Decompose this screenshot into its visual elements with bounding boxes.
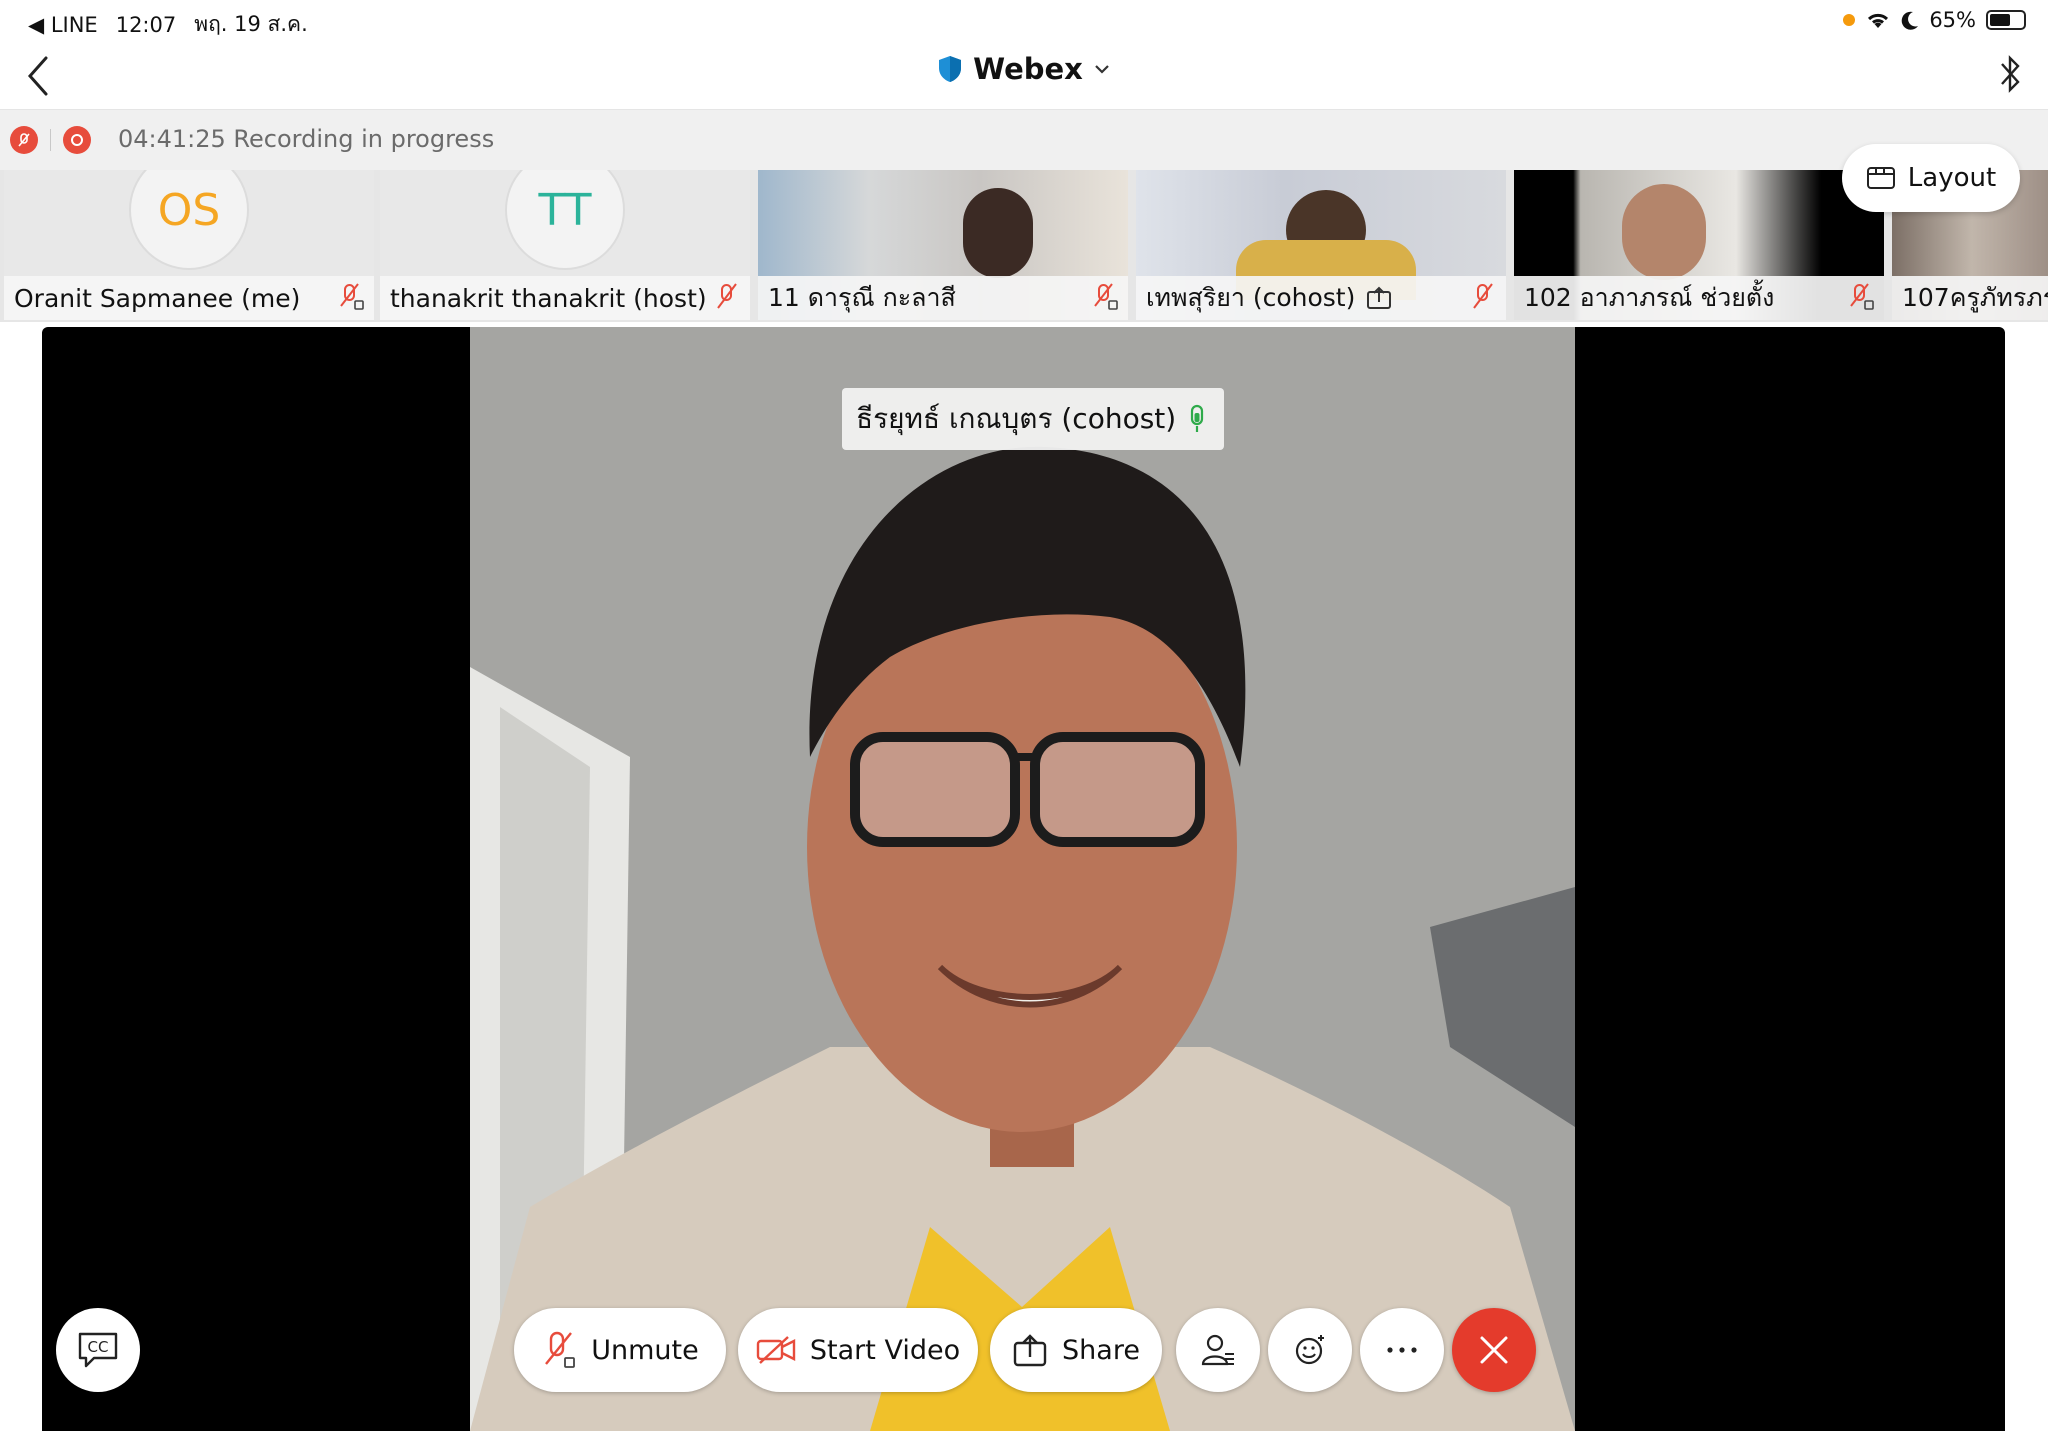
participant-name-bar: thanakrit thanakrit (host) bbox=[380, 276, 750, 320]
participant-tile[interactable]: OS Oranit Sapmanee (me) bbox=[4, 170, 374, 320]
unmute-label: Unmute bbox=[591, 1334, 699, 1366]
battery-icon bbox=[1986, 10, 2026, 30]
divider bbox=[50, 129, 51, 151]
active-speaker-tag: ธีรยุทธ์ เกณบุตร (cohost) bbox=[842, 388, 1225, 450]
speaking-mic-icon bbox=[1191, 404, 1204, 432]
meeting-title-dropdown[interactable]: Webex bbox=[0, 52, 2048, 86]
wifi-icon bbox=[1868, 13, 1889, 28]
more-icon bbox=[1387, 1347, 1417, 1353]
participant-name: Oranit Sapmanee (me) bbox=[14, 283, 301, 313]
video-off-icon bbox=[756, 1336, 796, 1364]
avatar-initials: TT bbox=[538, 184, 592, 236]
participants-button[interactable] bbox=[1176, 1308, 1260, 1392]
participant-name: thanakrit thanakrit (host) bbox=[390, 283, 707, 313]
participant-name-bar: 102 อาภาภรณ์ ช่วยตั้ง bbox=[1514, 276, 1884, 320]
muted-locked-mic-icon bbox=[340, 283, 364, 310]
avatar: TT bbox=[505, 170, 625, 270]
muted-mic-icon bbox=[717, 283, 737, 309]
status-bar: ◀ LINE 12:07 พฤ. 19 ส.ค. 65% bbox=[0, 0, 2048, 40]
back-to-app-link[interactable]: ◀ LINE bbox=[28, 13, 98, 37]
unmute-button[interactable]: Unmute bbox=[514, 1308, 726, 1392]
reactions-button[interactable] bbox=[1268, 1308, 1352, 1392]
participant-video-figure bbox=[1622, 184, 1706, 280]
participant-video-tile[interactable]: 102 อาภาภรณ์ ช่วยตั้ง bbox=[1514, 170, 1884, 320]
participant-name: 107ครูภัทรภร bbox=[1902, 283, 2048, 312]
share-label: Share bbox=[1062, 1334, 1140, 1366]
participant-strip[interactable]: OS Oranit Sapmanee (me) TT thanakrit tha… bbox=[0, 170, 2048, 322]
closed-captions-button[interactable]: CC bbox=[56, 1308, 140, 1392]
muted-locked-mic-icon bbox=[1094, 283, 1118, 310]
avatar: OS bbox=[129, 170, 249, 270]
shield-icon bbox=[939, 56, 962, 82]
participant-name: เทพสุริยา (cohost) bbox=[1146, 283, 1356, 312]
muted-status-icon bbox=[10, 126, 38, 154]
main-video-stage[interactable]: ธีรยุทธ์ เกณบุตร (cohost) bbox=[42, 327, 2005, 1431]
participant-name: 102 อาภาภรณ์ ช่วยตั้ง bbox=[1524, 283, 1775, 312]
captions-label: CC bbox=[88, 1338, 109, 1356]
recording-bar: 04:41:25 Recording in progress bbox=[0, 110, 2048, 170]
muted-mic-icon bbox=[545, 1331, 576, 1368]
active-speaker-video bbox=[470, 327, 1575, 1431]
participant-name-bar: Oranit Sapmanee (me) bbox=[4, 276, 374, 320]
moon-icon bbox=[1902, 11, 1919, 30]
recording-icon bbox=[63, 126, 91, 154]
privacy-indicator-icon bbox=[1843, 14, 1856, 26]
app-title: Webex bbox=[973, 52, 1083, 86]
close-icon bbox=[1480, 1336, 1508, 1364]
more-options-button[interactable] bbox=[1360, 1308, 1444, 1392]
share-icon bbox=[1013, 1334, 1047, 1367]
participant-name-bar: 11 ดารุณี กะลาสี bbox=[758, 276, 1128, 320]
chevron-down-icon bbox=[1095, 65, 1109, 74]
battery-percent: 65% bbox=[1929, 8, 1976, 32]
status-date: พฤ. 19 ส.ค. bbox=[194, 12, 308, 36]
leave-meeting-button[interactable] bbox=[1452, 1308, 1536, 1392]
sharing-icon bbox=[1367, 286, 1392, 309]
start-video-button[interactable]: Start Video bbox=[738, 1308, 978, 1392]
participant-name-bar: 107ครูภัทรภร bbox=[1892, 276, 2048, 320]
participant-video-tile[interactable]: 11 ดารุณี กะลาสี bbox=[758, 170, 1128, 320]
emoji-icon bbox=[1295, 1335, 1324, 1365]
muted-mic-icon bbox=[1473, 283, 1493, 309]
bluetooth-icon[interactable] bbox=[1996, 52, 2024, 96]
participant-name: 11 ดารุณี กะลาสี bbox=[768, 283, 956, 312]
captions-icon: CC bbox=[78, 1332, 118, 1368]
active-speaker-name: ธีรยุทธ์ เกณบุตร (cohost) bbox=[856, 402, 1177, 435]
layout-button[interactable]: Layout bbox=[1842, 144, 2020, 212]
participant-tile[interactable]: TT thanakrit thanakrit (host) bbox=[380, 170, 750, 320]
share-button[interactable]: Share bbox=[990, 1308, 1162, 1392]
participant-name-bar: เทพสุริยา (cohost) bbox=[1136, 276, 1506, 320]
recording-status: 04:41:25 Recording in progress bbox=[118, 125, 495, 153]
avatar-initials: OS bbox=[157, 184, 221, 236]
start-video-label: Start Video bbox=[809, 1334, 961, 1366]
muted-locked-mic-icon bbox=[1850, 283, 1874, 310]
layout-icon bbox=[1866, 167, 1895, 189]
participants-icon bbox=[1201, 1334, 1234, 1366]
status-time: 12:07 bbox=[115, 12, 177, 37]
speaker-video-image bbox=[470, 327, 1575, 1431]
participant-video-figure bbox=[963, 188, 1033, 278]
layout-label: Layout bbox=[1907, 163, 1997, 193]
participant-video-tile[interactable]: เทพสุริยา (cohost) bbox=[1136, 170, 1506, 320]
title-bar: Webex bbox=[0, 40, 2048, 110]
